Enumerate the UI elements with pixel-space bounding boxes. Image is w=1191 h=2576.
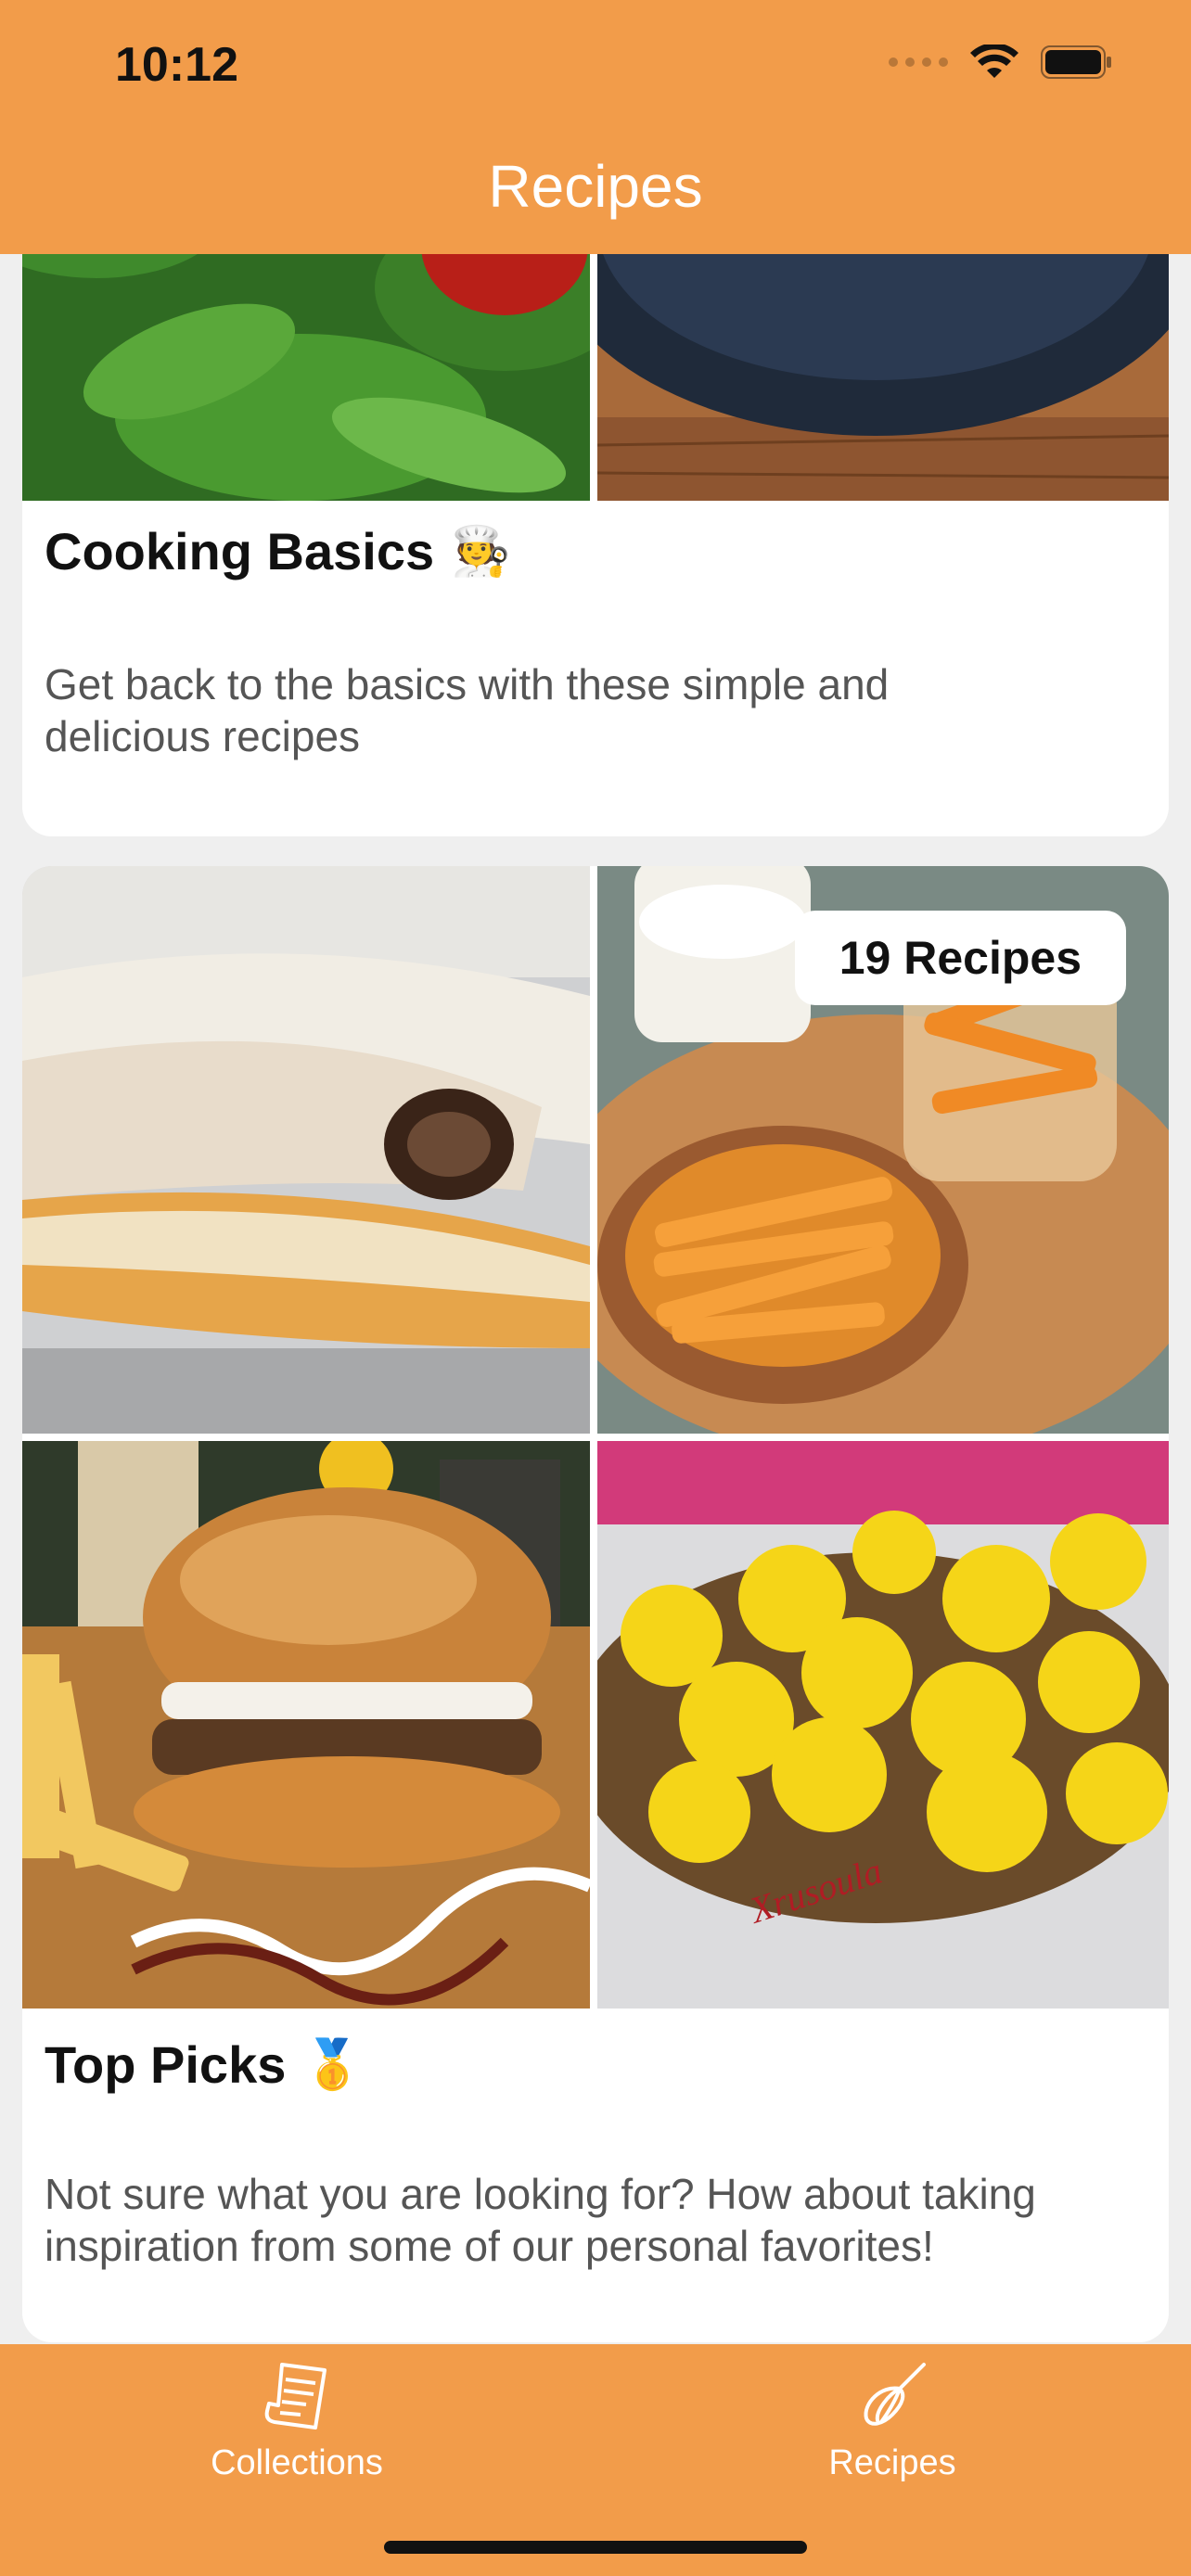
recipe-card-icon — [264, 2363, 327, 2429]
chef-emoji-icon: 🧑‍🍳 — [451, 525, 511, 579]
wifi-icon — [970, 45, 1018, 78]
collection-description: Not sure what you are looking for? How a… — [45, 2170, 1036, 2270]
battery-icon — [1041, 45, 1111, 79]
status-time: 10:12 — [115, 38, 238, 92]
home-indicator[interactable] — [384, 2541, 807, 2554]
collection-card-top-picks[interactable]: 19 Recipes Xrusoula Top Picks 🥇 Not sure… — [22, 866, 1169, 2342]
lemons-photo: Xrusoula — [597, 1441, 1169, 2009]
burger-photo — [22, 1441, 590, 2009]
candied-orange-peel-photo: 19 Recipes — [597, 866, 1169, 1434]
signal-icon — [889, 57, 948, 67]
collection-description: Get back to the basics with these simple… — [45, 660, 890, 760]
navigation-header: 10:12 Recipes — [0, 0, 1191, 254]
collection-title: Cooking Basics 🧑‍🍳 — [45, 522, 511, 580]
collection-title: Top Picks 🥇 — [45, 2035, 364, 2094]
whisk-icon — [864, 2363, 926, 2426]
tab-recipes[interactable]: Recipes — [707, 2357, 1078, 2483]
status-indicators — [889, 45, 1113, 80]
collections-scroll[interactable]: Cooking Basics 🧑‍🍳 Get back to the basic… — [0, 0, 1191, 2576]
tab-label: Recipes — [828, 2443, 956, 2482]
medal-emoji-icon: 🥇 — [302, 2038, 364, 2092]
crepe-photo — [22, 866, 590, 1434]
recipe-count-badge: 19 Recipes — [794, 911, 1126, 1005]
tab-collections[interactable]: Collections — [111, 2357, 482, 2483]
tab-label: Collections — [211, 2443, 383, 2482]
page-title: Recipes — [488, 153, 703, 220]
